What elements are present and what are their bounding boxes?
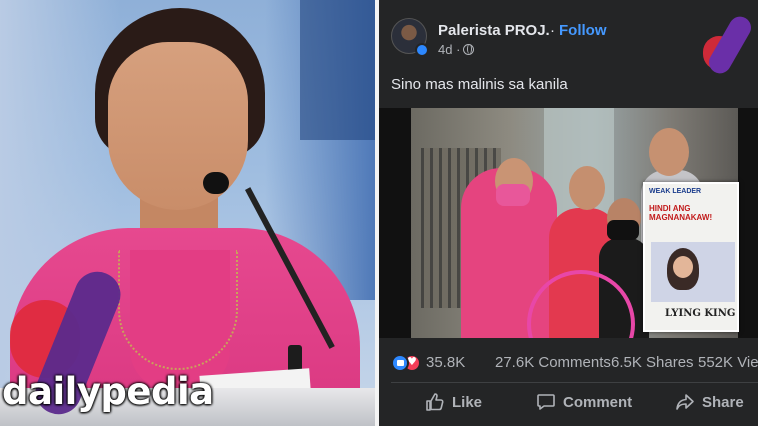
like-label: Like [452, 393, 483, 411]
tabloid-inset: WEAK LEADER HINDI ANG MAGNANAKAW! LYING … [643, 182, 739, 332]
shares-count[interactable]: 6.5K Shares [611, 354, 694, 371]
page-name[interactable]: Palerista PROJ. [438, 22, 550, 39]
views-count: 552K View [698, 354, 758, 371]
name-separator: · [550, 22, 555, 39]
post-photo[interactable]: WEAK LEADER HINDI ANG MAGNANAKAW! LYING … [379, 108, 758, 338]
post-timestamp[interactable]: 4d · [438, 42, 460, 57]
share-icon [676, 394, 694, 410]
face-mask [496, 184, 530, 206]
post-caption: Sino mas malinis sa kanila [391, 76, 568, 93]
microphone-head [203, 172, 229, 194]
background-blur [300, 0, 375, 140]
follow-button[interactable]: Follow [559, 22, 607, 39]
verified-badge-icon [415, 43, 429, 57]
tabloid-headline-main: HINDI ANG MAGNANAKAW! [649, 204, 713, 222]
person-face [569, 166, 605, 210]
like-button[interactable]: Like [425, 386, 482, 418]
person-face [649, 128, 689, 176]
globe-icon [463, 44, 474, 55]
thumbs-up-icon [426, 393, 444, 411]
necklace [118, 250, 238, 370]
tabloid-cartoon-caption: LYING KING [665, 308, 736, 319]
like-reaction-icon [391, 354, 409, 372]
divider-line [391, 382, 758, 383]
reaction-count[interactable]: 35.8K [426, 354, 465, 371]
comment-icon [537, 394, 555, 410]
comments-count[interactable]: 27.6K Comments [495, 354, 611, 371]
dailypedia-corner-logo [701, 12, 756, 78]
share-label: Share [702, 393, 744, 411]
comment-button[interactable]: Comment [536, 386, 632, 418]
dailypedia-wordmark: dailypedia [2, 370, 214, 413]
comment-label: Comment [563, 393, 633, 411]
tabloid-headline-small: WEAK LEADER [649, 188, 702, 195]
face-mask [607, 220, 639, 240]
share-button[interactable]: Share [675, 386, 744, 418]
facebook-post: Palerista PROJ. · Follow 4d · Sino mas m… [379, 0, 758, 426]
cartoon-face [673, 256, 693, 278]
news-photo: dailypedia [0, 0, 375, 426]
